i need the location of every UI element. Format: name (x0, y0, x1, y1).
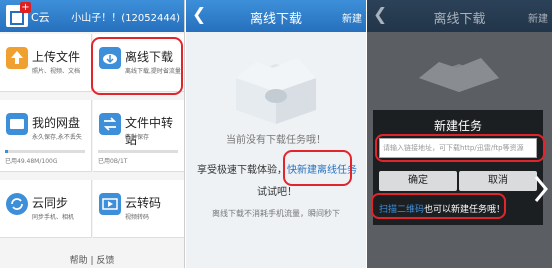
upload-icon (6, 47, 28, 69)
footer-links[interactable]: 帮助 | 反馈 (0, 253, 184, 266)
tile-label: 云同步 (32, 196, 69, 210)
dialog-title: 新建任务 (433, 119, 482, 133)
header-bar: + C云 小山子！！(12052444) (0, 0, 184, 32)
highlight-offline-download (91, 37, 183, 95)
add-icon: + (20, 2, 31, 13)
drive-icon (6, 113, 28, 135)
chevron-right-icon[interactable] (533, 175, 549, 203)
tile-subtitle: 照片、视频、文档 (32, 68, 81, 75)
app-brand: C云 (31, 11, 50, 24)
tile-label: 云转码 (125, 196, 162, 210)
tile-cloud-transcode[interactable]: 云转码 视频转码 (93, 180, 184, 238)
hint-suffix: 试试吧！ (257, 187, 297, 198)
tile-subtitle: 临时保存 (125, 134, 150, 141)
transfer-icon (99, 113, 121, 135)
app-logo[interactable]: + (6, 2, 31, 27)
tile-label: 上传文件 (32, 50, 81, 64)
offline-download-panel: ❮ 离线下载 新建 当前没有下载任务哦！ 享受极速下载体验，快新建离线任务试试吧… (186, 0, 366, 268)
main-menu-panel: + C云 小山子！！(12052444) 上传文件 照片、视频、文档 离线下载 … (0, 0, 185, 268)
tile-my-drive[interactable]: 我的网盘 永久保存,永不丢失 已用49.48M/100G (0, 100, 92, 172)
tile-subtitle: 视频转码 (125, 214, 150, 221)
empty-state-text: 当前没有下载任务哦！ (226, 135, 326, 146)
header-bar: ❮ 离线下载 新建 (367, 0, 552, 32)
empty-box-icon (419, 58, 499, 92)
page-title: 离线下载 (249, 12, 302, 27)
sync-icon (6, 193, 28, 215)
tile-transfer-station[interactable]: 文件中转站 临时保存 已用0B/1T (93, 100, 184, 172)
highlight-scan-link (371, 193, 506, 219)
confirm-button[interactable]: 确定 (379, 171, 457, 191)
quota-bar (5, 150, 85, 153)
new-task-button[interactable]: 新建 (342, 10, 362, 25)
highlight-create-link (283, 150, 352, 186)
tile-label: 文件中转站 (125, 116, 174, 147)
tile-cloud-sync[interactable]: 云同步 同步手机、相机 (0, 180, 92, 238)
quota-text: 已用49.48M/100G (5, 158, 58, 165)
quota-text: 已用0B/1T (98, 158, 128, 165)
new-task-panel: ❮ 离线下载 新建 新建任务 请输入链接地址，可下载http/迅雷/ftp等资源… (367, 0, 552, 268)
cancel-button[interactable]: 取消 (459, 171, 537, 191)
account-name[interactable]: 小山子！！(12052444) (71, 9, 180, 24)
empty-box-icon (236, 58, 316, 124)
quota-bar (98, 150, 178, 153)
tile-label: 我的网盘 (32, 116, 81, 130)
hint-prefix: 享受极速下载体验， (197, 165, 287, 176)
highlight-url-input (375, 134, 545, 162)
new-task-button[interactable]: 新建 (528, 10, 548, 25)
tile-upload[interactable]: 上传文件 照片、视频、文档 (0, 34, 92, 92)
header-bar: ❮ 离线下载 新建 (186, 0, 366, 32)
page-title: 离线下载 (433, 12, 486, 27)
transcode-icon (99, 193, 121, 215)
tile-subtitle: 同步手机、相机 (32, 214, 75, 221)
tile-subtitle: 永久保存,永不丢失 (32, 134, 82, 141)
no-data-usage-text: 离线下载不消耗手机流量，瞬间秒下 (212, 209, 340, 218)
